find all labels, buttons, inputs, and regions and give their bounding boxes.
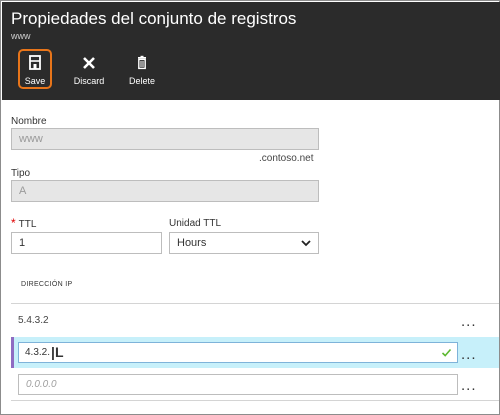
blade-subtitle: www (11, 31, 31, 41)
zone-suffix: .contoso.net (259, 153, 314, 164)
ip-row-value: 5.4.3.2 (18, 315, 49, 326)
type-field: A (11, 180, 319, 202)
ttl-unit-value: Hours (177, 237, 207, 249)
type-label: Tipo (11, 168, 31, 179)
save-icon (29, 55, 41, 70)
ttl-label-wrap: * TTL (11, 216, 36, 230)
row-more-button[interactable]: ... (461, 347, 477, 362)
ttl-unit-label: Unidad TTL (169, 218, 222, 229)
ttl-label: TTL (18, 219, 37, 230)
blade-header: Propiedades del conjunto de registros ww… (2, 2, 500, 100)
ip-column-header: DIRECCIÓN IP (21, 281, 73, 288)
required-marker: * (11, 216, 16, 230)
discard-label: Discard (73, 76, 105, 86)
chevron-down-icon (301, 240, 311, 247)
discard-button[interactable]: Discard (71, 49, 107, 89)
ip-edit-value: 4.3.2. (25, 347, 51, 358)
name-label: Nombre (11, 116, 47, 127)
row-more-button[interactable]: ... (461, 314, 477, 329)
close-icon (83, 57, 95, 69)
row-more-button[interactable]: ... (461, 378, 477, 393)
divider (11, 303, 499, 304)
name-field: www (11, 128, 319, 150)
trash-icon (138, 55, 146, 70)
record-set-properties-blade: Propiedades del conjunto de registros ww… (0, 0, 500, 415)
ip-edit-input[interactable]: 4.3.2.|L (18, 342, 458, 363)
blade-title: Propiedades del conjunto de registros (11, 9, 297, 28)
checkmark-icon (441, 348, 452, 357)
delete-button[interactable]: Delete (126, 49, 158, 89)
ttl-unit-select[interactable]: Hours (169, 232, 319, 254)
delete-label: Delete (128, 76, 155, 86)
ttl-input[interactable]: 1 (11, 232, 162, 254)
save-button[interactable]: Save (18, 49, 52, 89)
new-ip-input[interactable] (18, 374, 458, 395)
text-cursor: |L (51, 344, 64, 361)
save-label: Save (24, 76, 46, 86)
divider (11, 400, 499, 401)
